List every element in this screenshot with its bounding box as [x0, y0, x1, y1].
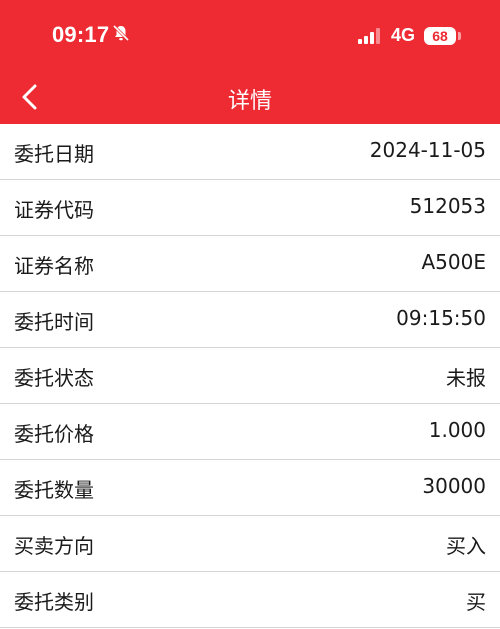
- status-time: 09:17: [52, 22, 110, 47]
- list-item: 委托时间 09:15:50: [0, 292, 500, 348]
- row-value: 512053: [409, 194, 486, 218]
- row-label: 证券名称: [14, 254, 94, 278]
- row-value: 买: [466, 590, 486, 614]
- row-label: 委托日期: [14, 142, 94, 166]
- list-item: 委托状态 未报: [0, 348, 500, 404]
- row-label: 委托价格: [14, 422, 94, 446]
- nav-bar: 详情: [0, 72, 500, 124]
- list-item: 委托类别 买: [0, 572, 500, 628]
- list-item: 委托价格 1.000: [0, 404, 500, 460]
- battery-cap: [458, 32, 461, 40]
- header: 09:17 4G 68 详情: [0, 0, 500, 124]
- list-item: 委托日期 2024-11-05: [0, 124, 500, 180]
- row-label: 委托类别: [14, 590, 94, 614]
- page-title: 详情: [227, 89, 272, 114]
- row-label: 委托时间: [14, 310, 94, 334]
- row-value: 买入: [446, 534, 486, 558]
- row-value: 1.000: [428, 418, 486, 442]
- row-label: 买卖方向: [14, 534, 94, 558]
- list-item: 证券名称 A500E: [0, 236, 500, 292]
- row-value: 未报: [446, 366, 486, 390]
- list-item: 委托数量 30000: [0, 460, 500, 516]
- row-value: 09:15:50: [396, 306, 486, 330]
- row-value: 2024-11-05: [369, 138, 486, 162]
- row-label: 证券代码: [14, 198, 94, 222]
- row-label: 委托数量: [14, 478, 94, 502]
- row-label: 委托状态: [14, 366, 94, 390]
- detail-list: 委托日期 2024-11-05 证券代码 512053 证券名称 A500E 委…: [0, 124, 500, 628]
- bell-slash-icon: [112, 24, 130, 42]
- list-item: 证券代码 512053: [0, 180, 500, 236]
- status-bar: 09:17 4G 68: [0, 0, 500, 72]
- row-value: 30000: [422, 474, 486, 498]
- battery-icon: 68: [424, 27, 456, 45]
- signal-icon: [358, 28, 380, 44]
- network-type: 4G: [391, 25, 416, 45]
- list-item: 买卖方向 买入: [0, 516, 500, 572]
- row-value: A500E: [421, 250, 487, 274]
